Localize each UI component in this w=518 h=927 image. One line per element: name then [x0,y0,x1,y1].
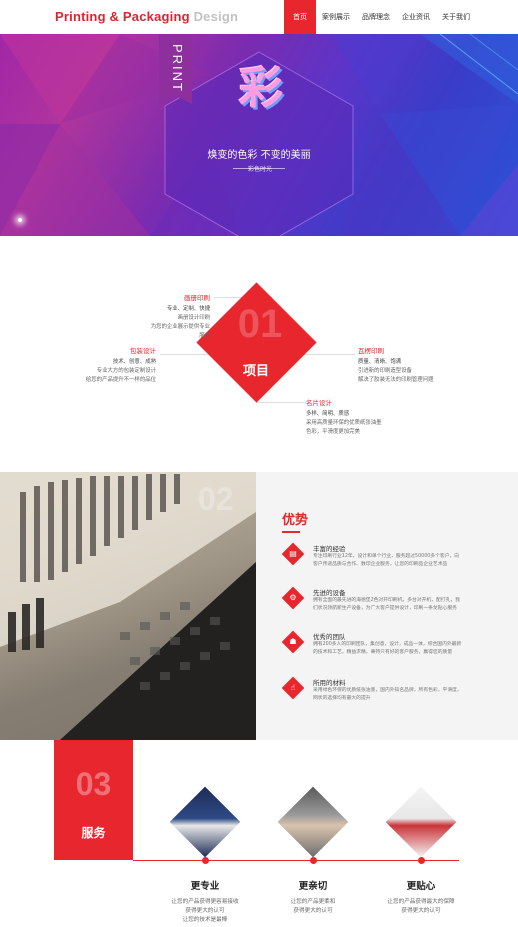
section-title: 项目 [242,364,269,379]
project-item[interactable]: 名片设计 多样、简明、质感 采用高质量环保的优质纸张油墨 色彩，平滑度更加完美 [306,399,388,437]
advantage-desc: 采用绿色环保的优质纸张油墨，国内外知名品牌，所有色彩，平滑度，网状的选择均有最大… [313,688,462,701]
nav-home[interactable]: 首页 [284,0,316,34]
service-desc: 获得更大的认可 [185,908,225,914]
site-logo[interactable]: Printing & Packaging Design [55,9,238,24]
gear-icon: ⚙ [281,586,305,610]
advantage-item: ☗ 优秀的团队 拥有200多人的印刷团队，集创意，设计，成品一体，综合国内外最新… [281,630,462,661]
project-desc: 引进新的印刷造型设备 [358,368,412,374]
advantage-desc: 专注印刷行业12年，设计和单个行业，服务超过50000多个客户，向客户传递品质与… [313,554,460,567]
project-keywords: 技术、创意、成熟 [112,359,156,365]
sparkle-icon [18,218,22,222]
advantage-title: 优秀的团队 [313,633,346,641]
advantage-title: 先进的设备 [313,589,346,597]
advantage-item: ☝ 所用的材料 采用绿色环保的优质纸张油墨，国内外知名品牌，所有色彩，平滑度，网… [281,676,462,707]
advantage-desc: 拥有全面的最先进的海德堡2色对开印刷机，多台对开机，配打孔，我们状况领航新生产设… [313,598,460,611]
section-number: 03 [75,766,112,802]
print-tab-label: PRINT [170,44,185,93]
nav-about[interactable]: 关于我们 [436,0,476,34]
service-desc: 让您的产品更柔和 [290,899,336,905]
advantage-title: 丰富的经验 [313,545,346,553]
service-desc: 获得更大的认可 [401,908,441,914]
project-title: 画册印刷 [184,294,210,302]
timeline-dot [418,857,425,864]
nav-brand[interactable]: 品牌理念 [356,0,396,34]
project-keywords: 质量、清晰、饱满 [358,359,402,365]
logo-primary: Printing & Packaging [55,9,190,24]
section-number: 02 [198,481,234,517]
project-item[interactable]: 包装设计 技术、创意、成熟 专业大方的包装定制设计 给您的产品提升不一样的品位 [84,347,156,385]
book-icon: ▤ [281,542,305,566]
project-title: 包装设计 [130,347,156,355]
service-desc: 让您的技术是最棒 [182,917,228,923]
nav-cases[interactable]: 案例展示 [316,0,356,34]
logo-secondary: Design [193,9,239,24]
section-number: 01 [237,302,283,346]
project-keywords: 专业、定制、快捷 [166,306,210,312]
service-item[interactable]: 更专业 让您的产品获得更容易接收 获得更大的认可 让您的技术是最棒 [150,878,260,925]
service-title: 更亲切 [298,881,328,892]
project-desc: 给您的产品提升不一样的品位 [85,377,156,383]
project-desc: 专业大方的包装定制设计 [96,368,156,374]
advantage-item: ▤ 丰富的经验 专注印刷行业12年，设计和单个行业，服务超过50000多个客户，… [281,542,462,573]
timeline-dot [202,857,209,864]
project-desc: 为您的企业展示提供专业服务 [150,324,210,339]
hero-subtitle: 彩色时光 [247,166,272,173]
title-underline [282,531,300,533]
hero-char: 彩 [239,63,283,114]
project-desc: 色彩，平滑度更加完美 [306,429,360,435]
hero-slogan: 焕变的色彩 不变的美丽 [207,150,311,161]
service-title: 更贴心 [406,881,436,892]
project-item[interactable]: 瓦楞印刷 质量、清晰、饱满 引进新的印刷造型设备 解决了胶装无法的印刷管理问题 [358,347,440,385]
project-item[interactable]: 画册印刷 专业、定制、快捷 画册设计印刷 为您的企业展示提供专业服务 [146,294,210,341]
timeline-dot [310,857,317,864]
nav-news[interactable]: 企业资讯 [396,0,436,34]
section-title: 优势 [282,513,309,528]
project-desc: 解决了胶装无法的印刷管理问题 [358,377,434,383]
advantage-title: 所用的材料 [313,679,346,687]
print-tab: PRINT [159,34,192,104]
hero-banner: PRINT 彩 焕变的色彩 不变的美丽 彩色时光 [0,34,518,236]
service-desc: 获得更大的认可 [293,908,333,914]
thumb-icon: ☝ [281,676,305,700]
service-item[interactable]: 更贴心 让您的产品获得最大的保障 获得更大的认可 [366,878,476,916]
site-header: Printing & Packaging Design 首页 案例展示 品牌理念… [0,0,518,34]
connector-line [256,402,306,403]
team-icon: ☗ [281,630,305,654]
service-timeline [133,860,459,861]
page: Printing & Packaging Design 首页 案例展示 品牌理念… [0,0,518,927]
service-desc: 让您的产品获得更容易接收 [171,899,239,905]
section-title: 服务 [81,826,106,840]
project-title: 名片设计 [306,399,332,407]
service-desc: 让您的产品获得最大的保障 [387,899,455,905]
service-title: 更专业 [190,881,220,892]
project-desc: 采用高质量环保的优质纸张油墨 [306,420,382,426]
connector-line [160,354,210,355]
project-keywords: 多样、简明、质感 [306,411,350,417]
main-nav: 首页 案例展示 品牌理念 企业资讯 关于我们 [284,0,476,34]
service-item[interactable]: 更亲切 让您的产品更柔和 获得更大的认可 [258,878,368,916]
connector-line [303,354,355,355]
project-desc: 画册设计印刷 [177,315,210,321]
advantage-desc: 拥有200多人的印刷团队，集创意，设计，成品一体，综合国内外最新的技术和工艺，精… [313,642,462,655]
advantage-item: ⚙ 先进的设备 拥有全面的最先进的海德堡2色对开印刷机，多台对开机，配打孔，我们… [281,586,462,617]
project-title: 瓦楞印刷 [358,347,384,355]
